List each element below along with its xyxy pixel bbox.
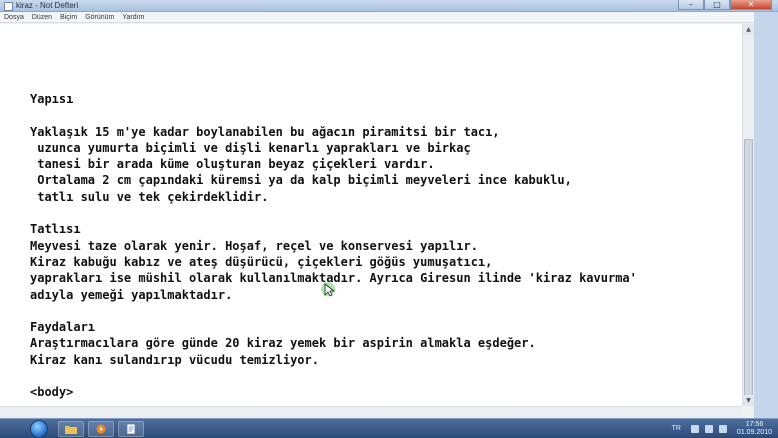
menu-edit[interactable]: Düzen (32, 12, 52, 23)
clock-time: 17:56 (745, 420, 764, 428)
text-line: Yaklaşık 15 m'ye kadar boylanabilen bu a… (30, 124, 500, 139)
text-line (30, 368, 637, 384)
text-line: uzunca yumurta biçimli ve dişli kenarlı … (30, 140, 471, 155)
notepad-icon (4, 2, 13, 11)
system-tray: TR 17:56 01.09.2010 (628, 419, 778, 438)
taskbar-notepad-button[interactable] (118, 421, 144, 437)
network-icon[interactable] (704, 424, 713, 433)
text-line (30, 303, 637, 319)
text-line: tanesi bir arada küme oluşturan beyaz çi… (30, 157, 435, 172)
close-button[interactable]: ✕ (730, 0, 772, 10)
text-line: Ortalama 2 cm çapındaki küremsi ya da ka… (30, 173, 572, 188)
taskbar-media-button[interactable] (88, 421, 114, 437)
text-line: Faydaları (30, 320, 96, 335)
text-line: Yapısı (30, 92, 74, 106)
menu-help[interactable]: Yardım (122, 12, 144, 23)
media-player-icon (96, 424, 106, 434)
menu-bar: Dosya Düzen Biçim Görünüm Yardım (0, 12, 778, 23)
document-text[interactable]: Yapısı Yaklaşık 15 m'ye kadar boylanabil… (30, 91, 637, 401)
text-line: Tatlısı (30, 222, 81, 237)
clock[interactable]: 17:56 01.09.2010 (737, 421, 772, 437)
clock-date: 01.09.2010 (736, 428, 772, 436)
text-line: <body> (30, 385, 74, 400)
window-controls: – □ ✕ (678, 0, 772, 11)
title-bar[interactable]: kiraz - Not Defteri – □ ✕ (0, 0, 778, 12)
flag-icon[interactable] (690, 424, 699, 433)
highlighted-mouse-cursor-icon (321, 282, 336, 297)
scroll-up-arrow-icon[interactable]: ▲ (743, 24, 754, 35)
volume-icon[interactable] (718, 424, 727, 433)
window-title: kiraz - Not Defteri (16, 1, 79, 10)
language-indicator[interactable]: TR (672, 425, 681, 432)
scroll-down-arrow-icon[interactable]: ▼ (743, 395, 754, 406)
notepad-icon (126, 424, 136, 434)
text-editor[interactable]: Yapısı Yaklaşık 15 m'ye kadar boylanabil… (0, 24, 742, 406)
scroll-thumb[interactable] (744, 139, 753, 404)
text-line (30, 107, 637, 123)
text-line (30, 205, 637, 221)
folder-icon (65, 426, 77, 434)
text-line: Meyvesi taze olarak yenir. Hoşaf, reçel … (30, 238, 478, 253)
window-frame-edge (754, 12, 778, 418)
menu-view[interactable]: Görünüm (85, 12, 114, 23)
maximize-button[interactable]: □ (704, 0, 730, 10)
text-line: Kiraz kanı sulandırıp vücudu temizliyor. (30, 352, 319, 367)
text-line: Araştırmacılara göre günde 20 kiraz yeme… (30, 336, 536, 351)
notepad-window: kiraz - Not Defteri – □ ✕ Dosya Düzen Bi… (0, 0, 778, 418)
menu-file[interactable]: Dosya (4, 12, 24, 23)
minimize-button[interactable]: – (678, 0, 704, 10)
start-button[interactable] (30, 420, 48, 438)
text-line: Kiraz kabuğu kabız ve ateş düşürücü, çiç… (30, 254, 493, 269)
horizontal-scrollbar[interactable] (0, 406, 742, 418)
vertical-scrollbar[interactable]: ▲ ▼ (742, 24, 754, 406)
text-line: tatlı sulu ve tek çekirdeklidir. (30, 189, 269, 204)
menu-format[interactable]: Biçim (60, 12, 77, 23)
taskbar: TR 17:56 01.09.2010 (0, 418, 778, 438)
taskbar-explorer-button[interactable] (58, 421, 84, 437)
